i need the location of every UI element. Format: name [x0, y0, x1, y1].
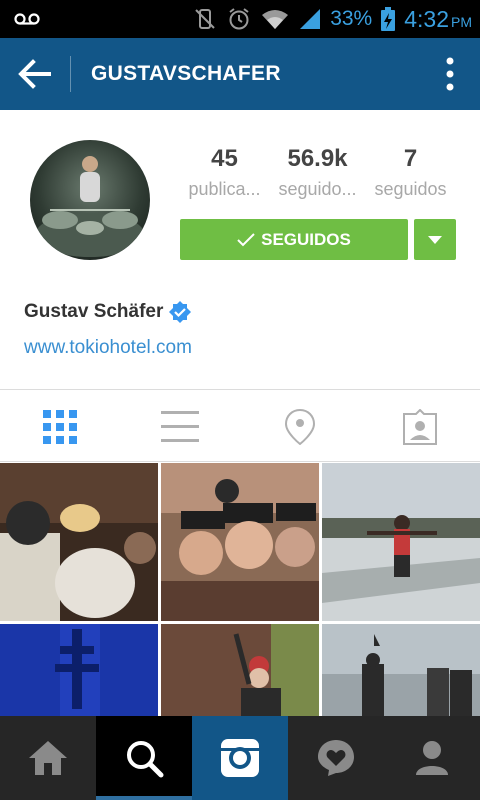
- stat-following[interactable]: 7 seguidos: [364, 145, 457, 200]
- clock-ampm: PM: [451, 13, 472, 30]
- following-button-label: SEGUIDOS: [261, 229, 351, 249]
- battery-charging-icon: [381, 7, 396, 31]
- action-bar-divider: [70, 56, 71, 92]
- wifi-icon: [262, 10, 289, 29]
- home-icon: [29, 741, 67, 775]
- stat-posts-label: publica...: [188, 179, 261, 199]
- photo-4[interactable]: [0, 624, 158, 716]
- photo-2[interactable]: [161, 463, 319, 621]
- tab-list-view[interactable]: [120, 391, 240, 462]
- avatar[interactable]: [30, 140, 150, 260]
- alarm-icon: [229, 8, 249, 30]
- stat-following-label: seguidos: [374, 179, 447, 199]
- instagram-profile-screen: 33% 4:32 PM GUSTAVSCHAFER 45 publica... …: [0, 0, 480, 800]
- photo-5[interactable]: [161, 624, 319, 716]
- overflow-menu-icon: [446, 57, 454, 91]
- overflow-menu-button[interactable]: [420, 38, 480, 110]
- stat-following-value: 7: [403, 145, 418, 172]
- following-button[interactable]: SEGUIDOS: [180, 219, 408, 260]
- photo-6[interactable]: [322, 624, 480, 716]
- battery-percent: 33%: [330, 7, 373, 30]
- stat-followers-value: 56.9k: [287, 145, 348, 172]
- photo-1-image: [0, 463, 158, 621]
- list-view-icon: [161, 410, 199, 442]
- photo-3[interactable]: [322, 463, 480, 621]
- vibrate-muted-icon: [195, 9, 215, 29]
- photo-3-image: [322, 463, 480, 621]
- signal-icon: [300, 9, 321, 29]
- stat-followers-label: seguido...: [278, 179, 357, 199]
- nav-activity[interactable]: [288, 716, 384, 800]
- profile-stats: 45 publica... 56.9k seguido... 7 seguido…: [178, 145, 458, 200]
- photo-5-image: [161, 624, 319, 716]
- stat-posts-value: 45: [211, 145, 238, 172]
- nav-camera[interactable]: [192, 716, 288, 800]
- status-bar: 33% 4:32 PM: [0, 0, 480, 38]
- tab-tagged-view[interactable]: [360, 391, 480, 462]
- photo-6-image: [322, 624, 480, 716]
- search-icon: [127, 741, 164, 778]
- photo-2-image: [161, 463, 319, 621]
- profile-name-row: Gustav Schäfer: [24, 301, 192, 323]
- back-button[interactable]: [0, 38, 70, 110]
- nav-home[interactable]: [0, 716, 96, 800]
- section-divider: [0, 389, 480, 390]
- avatar-photo: [35, 156, 145, 257]
- checkmark-icon: [237, 232, 255, 246]
- nav-search[interactable]: [96, 716, 192, 800]
- verified-badge-icon: [169, 301, 192, 323]
- stat-posts[interactable]: 45 publica...: [178, 145, 271, 200]
- profile-icon: [416, 741, 448, 775]
- activity-heart-icon: [318, 740, 354, 776]
- voicemail-icon: [14, 13, 40, 25]
- photo-4-image: [0, 624, 158, 716]
- action-bar: GUSTAVSCHAFER: [0, 38, 480, 110]
- profile-full-name: Gustav Schäfer: [24, 301, 164, 322]
- profile-view-tabs: [0, 391, 480, 462]
- stat-followers[interactable]: 56.9k seguido...: [271, 145, 364, 200]
- camera-icon: [221, 739, 259, 777]
- tabs-divider: [0, 461, 480, 462]
- location-pin-icon: [285, 408, 315, 445]
- arrow-left-icon: [18, 59, 51, 89]
- profile-website-link[interactable]: www.tokiohotel.com: [24, 337, 192, 359]
- tagged-photos-icon: [403, 408, 437, 445]
- caret-down-icon: [428, 235, 442, 244]
- photo-1[interactable]: [0, 463, 158, 621]
- clock-time: 4:32: [404, 5, 449, 32]
- profile-username-title: GUSTAVSCHAFER: [91, 62, 281, 85]
- suggestions-dropdown-button[interactable]: [414, 219, 456, 260]
- nav-profile[interactable]: [384, 716, 480, 800]
- grid-view-icon: [43, 409, 77, 444]
- bottom-navigation: [0, 716, 480, 800]
- tab-location-view[interactable]: [240, 391, 360, 462]
- tab-grid-view[interactable]: [0, 391, 120, 462]
